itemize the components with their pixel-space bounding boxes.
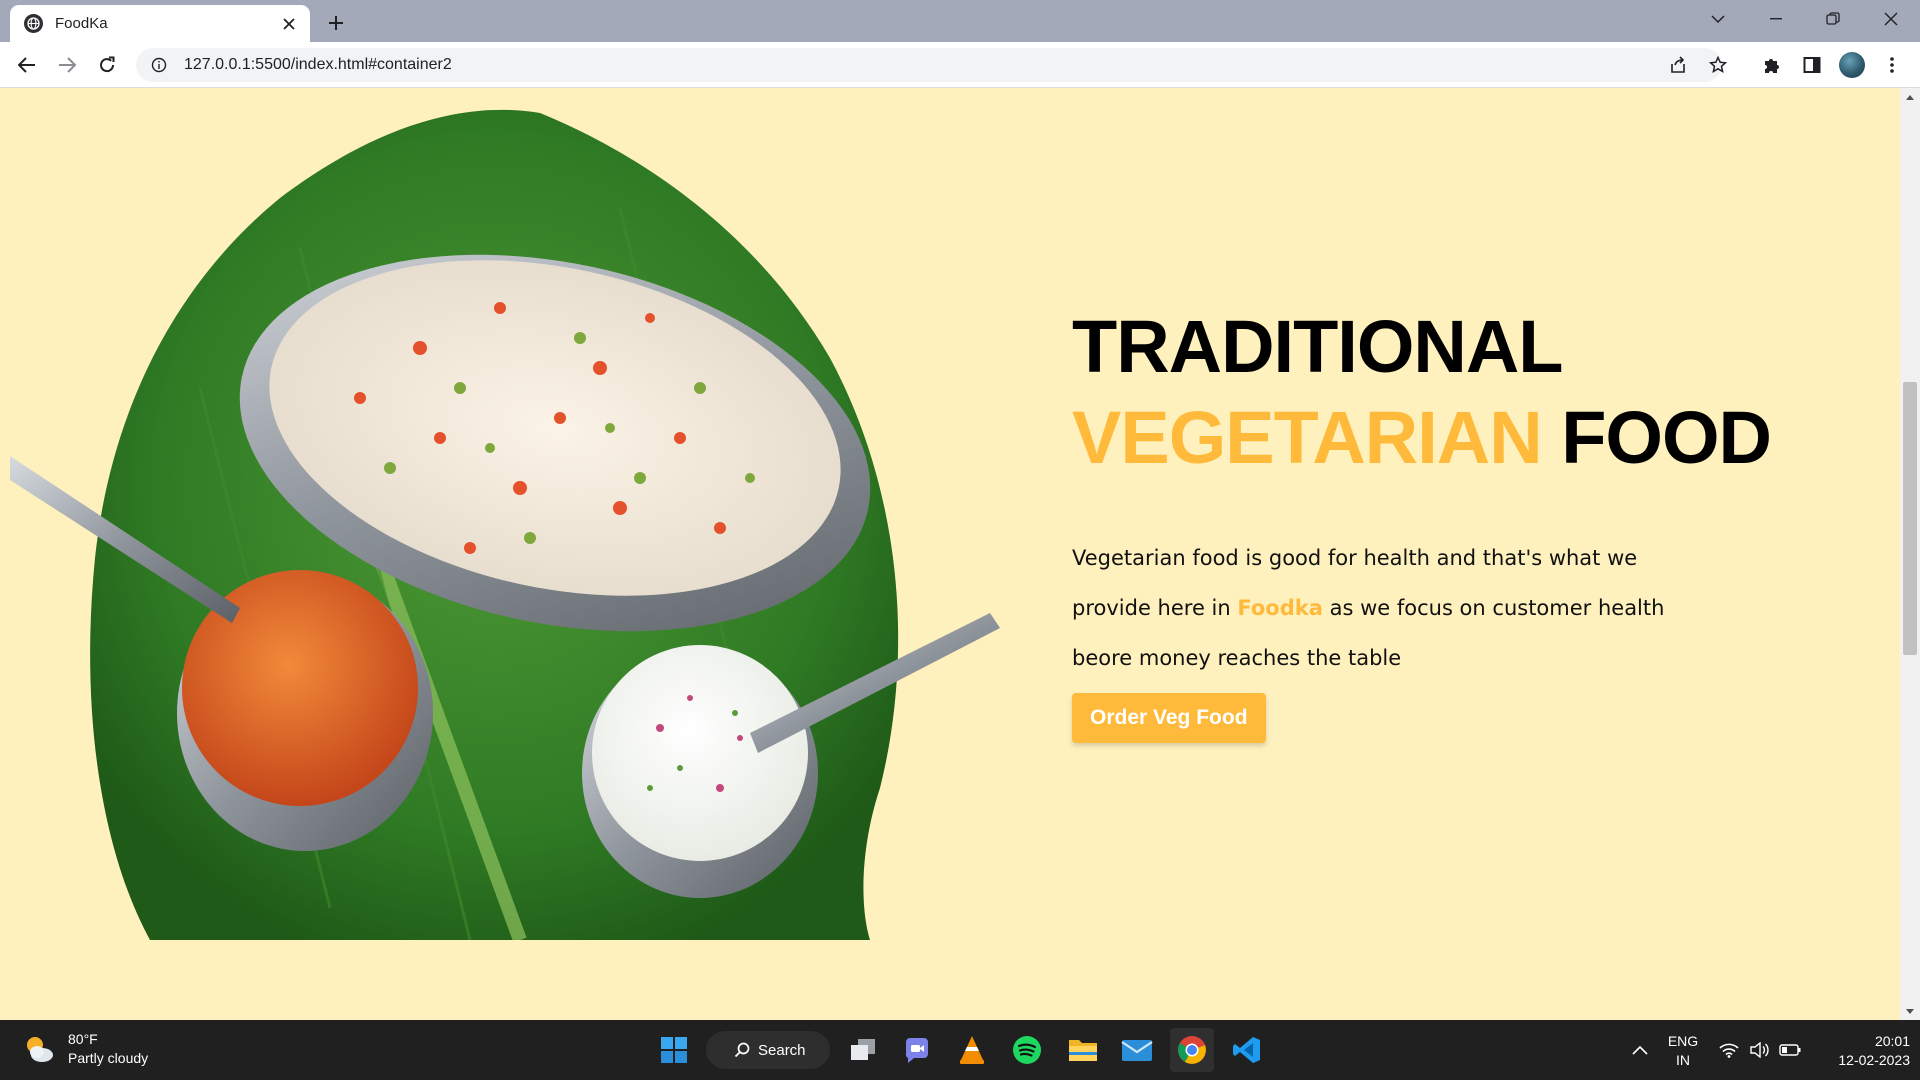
address-bar[interactable] bbox=[136, 48, 1727, 82]
puzzle-icon bbox=[1765, 59, 1779, 73]
language-line1: ENG bbox=[1667, 1033, 1699, 1049]
close-icon bbox=[1884, 12, 1898, 26]
globe-icon bbox=[24, 14, 43, 33]
forward-button[interactable] bbox=[53, 51, 81, 79]
side-panel-button[interactable] bbox=[1799, 52, 1825, 78]
browser-toolbar bbox=[0, 42, 1920, 88]
info-icon[interactable] bbox=[150, 56, 168, 74]
battery-icon[interactable] bbox=[1775, 1032, 1805, 1068]
reload-button[interactable] bbox=[93, 51, 121, 79]
close-window-button[interactable] bbox=[1873, 4, 1909, 34]
share-icon[interactable] bbox=[1666, 53, 1690, 77]
back-button[interactable] bbox=[13, 51, 41, 79]
scroll-down-arrow-icon[interactable] bbox=[1900, 1002, 1920, 1020]
star-icon[interactable] bbox=[1706, 53, 1730, 77]
task-view-icon[interactable] bbox=[845, 1032, 881, 1068]
weather-condition: Partly cloudy bbox=[68, 1050, 149, 1066]
reload-icon bbox=[100, 56, 115, 73]
clock-date: 12-02-2023 bbox=[1838, 1052, 1910, 1068]
extensions-button[interactable] bbox=[1759, 52, 1785, 78]
system-clock[interactable]: 20:01 12-02-2023 bbox=[1810, 1032, 1910, 1070]
taskbar-search-label: Search bbox=[758, 1041, 806, 1059]
language-indicator[interactable]: ENG IN bbox=[1663, 1032, 1703, 1070]
restore-icon bbox=[1826, 12, 1840, 25]
order-veg-food-button[interactable]: Order Veg Food bbox=[1072, 693, 1266, 743]
language-line2: IN bbox=[1676, 1052, 1690, 1068]
hero-text-block: TRADITIONAL VEGETARIAN FOOD Vegetarian f… bbox=[1072, 301, 1832, 743]
chevron-down-icon bbox=[1711, 14, 1725, 23]
clock-time: 20:01 bbox=[1874, 1033, 1910, 1049]
windows-start-icon[interactable] bbox=[656, 1032, 692, 1068]
hero-title-accent: VEGETARIAN bbox=[1072, 396, 1543, 479]
scroll-up-arrow-icon[interactable] bbox=[1900, 88, 1920, 106]
windows-taskbar: 80°F Partly cloudy Search ENG IN 20:01 1… bbox=[0, 1020, 1920, 1080]
close-icon[interactable] bbox=[280, 15, 298, 33]
spotify-icon[interactable] bbox=[1009, 1032, 1045, 1068]
menu-button[interactable] bbox=[1879, 52, 1905, 78]
page-viewport: TRADITIONAL VEGETARIAN FOOD Vegetarian f… bbox=[0, 88, 1900, 1020]
tab-title: FoodKa bbox=[55, 15, 108, 32]
more-vert-icon bbox=[1890, 57, 1894, 73]
chevron-up-icon[interactable] bbox=[1625, 1032, 1655, 1068]
profile-avatar[interactable] bbox=[1839, 52, 1865, 78]
browser-tab-active[interactable]: FoodKa bbox=[10, 5, 310, 42]
veg-thali-image bbox=[10, 109, 1000, 940]
hero-desc-brand: Foodka bbox=[1237, 596, 1323, 620]
minimize-icon bbox=[1770, 18, 1782, 20]
page-scrollbar[interactable] bbox=[1900, 88, 1920, 1020]
mail-icon[interactable] bbox=[1119, 1032, 1155, 1068]
hero-title: TRADITIONAL VEGETARIAN FOOD bbox=[1072, 301, 1832, 483]
chat-icon[interactable] bbox=[899, 1032, 935, 1068]
restore-button[interactable] bbox=[1815, 4, 1851, 34]
weather-widget[interactable]: 80°F Partly cloudy bbox=[22, 1030, 148, 1068]
side-panel-icon bbox=[1803, 57, 1821, 73]
weather-temp: 80°F bbox=[68, 1031, 98, 1047]
hero-title-rest: FOOD bbox=[1561, 396, 1772, 479]
taskbar-search-button[interactable]: Search bbox=[706, 1031, 830, 1069]
search-icon bbox=[734, 1042, 750, 1058]
hero-description: Vegetarian food is good for health and t… bbox=[1072, 533, 1722, 683]
volume-icon[interactable] bbox=[1745, 1032, 1775, 1068]
partly-cloudy-icon bbox=[27, 1037, 53, 1062]
minimize-button[interactable] bbox=[1758, 4, 1794, 34]
scrollbar-thumb[interactable] bbox=[1903, 382, 1917, 655]
vlc-icon[interactable] bbox=[954, 1032, 990, 1068]
arrow-left-icon bbox=[18, 57, 35, 73]
wifi-icon[interactable] bbox=[1714, 1032, 1744, 1068]
vscode-icon[interactable] bbox=[1229, 1032, 1265, 1068]
browser-tab-strip: FoodKa bbox=[0, 0, 1920, 42]
chrome-icon[interactable] bbox=[1170, 1028, 1214, 1072]
file-explorer-icon[interactable] bbox=[1065, 1032, 1101, 1068]
plus-icon bbox=[329, 16, 343, 30]
hero-title-line1: TRADITIONAL bbox=[1072, 305, 1563, 388]
new-tab-button[interactable] bbox=[322, 9, 350, 37]
tab-search-button[interactable] bbox=[1700, 4, 1736, 34]
url-input[interactable] bbox=[184, 56, 1484, 74]
arrow-right-icon bbox=[59, 57, 76, 73]
